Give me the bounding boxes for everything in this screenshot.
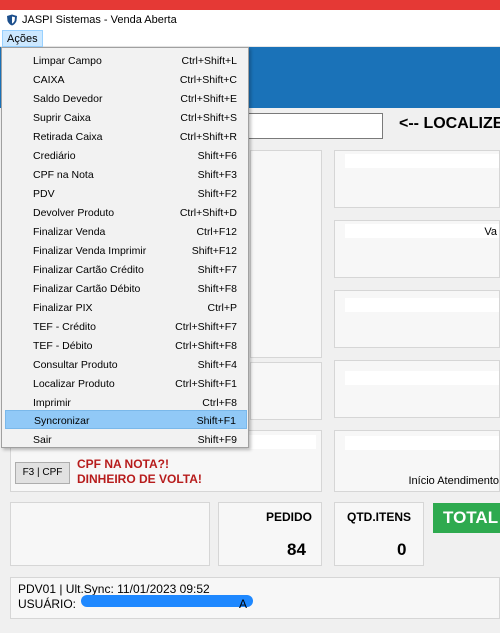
- menu-item-shortcut: Shift+F2: [197, 188, 237, 200]
- menu-item-shortcut: Ctrl+Shift+L: [181, 55, 237, 67]
- menu-item-label: PDV: [33, 188, 55, 200]
- atendimento-label: Início Atendimento: [408, 475, 499, 487]
- user-label: USUÁRIO:: [18, 597, 77, 611]
- promo-line-2: DINHEIRO DE VOLTA!: [77, 472, 202, 486]
- menu-item[interactable]: TEF - Crédito Ctrl+Shift+F7: [5, 317, 247, 336]
- menu-item-shortcut: Shift+F7: [197, 264, 237, 276]
- blank-stat-panel: [10, 502, 210, 566]
- menu-item[interactable]: PDV Shift+F2: [5, 184, 247, 203]
- info-panel-2: Va: [334, 220, 500, 278]
- menu-item-label: Finalizar PIX: [33, 302, 93, 314]
- app-shield-icon: [6, 14, 18, 26]
- menu-item-label: Syncronizar: [34, 415, 90, 427]
- menu-item-shortcut: Shift+F6: [197, 150, 237, 162]
- menu-item[interactable]: Finalizar Venda Ctrl+F12: [5, 222, 247, 241]
- user-suffix: A: [239, 597, 248, 611]
- menu-item-label: Finalizar Cartão Débito: [33, 283, 141, 295]
- menu-item[interactable]: TEF - Débito Ctrl+Shift+F8: [5, 336, 247, 355]
- redaction-mark: [81, 595, 253, 607]
- info-panel-5: Início Atendimento: [334, 430, 500, 492]
- menu-item[interactable]: Crediário Shift+F6: [5, 146, 247, 165]
- menu-item-shortcut: Ctrl+Shift+F7: [175, 321, 237, 333]
- menu-item[interactable]: Suprir Caixa Ctrl+Shift+S: [5, 108, 247, 127]
- menu-item-shortcut: Ctrl+Shift+E: [180, 93, 237, 105]
- menu-item-shortcut: Ctrl+F8: [202, 397, 237, 409]
- menu-item[interactable]: Finalizar Venda Imprimir Shift+F12: [5, 241, 247, 260]
- product-search-input[interactable]: [246, 113, 383, 139]
- menu-item[interactable]: Consultar Produto Shift+F4: [5, 355, 247, 374]
- menu-item[interactable]: CPF na Nota Shift+F3: [5, 165, 247, 184]
- menu-item-label: TEF - Crédito: [33, 321, 97, 333]
- menu-item[interactable]: Syncronizar Shift+F1: [5, 410, 247, 429]
- menu-item-shortcut: Ctrl+P: [207, 302, 237, 314]
- menu-item-label: Finalizar Venda: [33, 226, 106, 238]
- menu-item[interactable]: Limpar Campo Ctrl+Shift+L: [5, 51, 247, 70]
- menu-item-shortcut: Ctrl+Shift+C: [179, 74, 237, 86]
- menu-item-shortcut: Shift+F3: [197, 169, 237, 181]
- menu-item-shortcut: Shift+F8: [197, 283, 237, 295]
- window-title: JASPI Sistemas - Venda Aberta: [22, 14, 177, 26]
- menu-item-label: Saldo Devedor: [33, 93, 103, 105]
- search-hint: <-- LOCALIZE: [399, 115, 500, 132]
- menu-item[interactable]: Finalizar Cartão Crédito Shift+F7: [5, 260, 247, 279]
- menu-item[interactable]: Saldo Devedor Ctrl+Shift+E: [5, 89, 247, 108]
- sync-status: PDV01 | Ult.Sync: 11/01/2023 09:52: [18, 582, 210, 596]
- menu-item-label: Localizar Produto: [33, 378, 115, 390]
- menu-item-label: Retirada Caixa: [33, 131, 103, 143]
- menu-item-label: TEF - Débito: [33, 340, 93, 352]
- menu-item-shortcut: Shift+F9: [197, 434, 237, 446]
- menu-item[interactable]: Devolver Produto Ctrl+Shift+D: [5, 203, 247, 222]
- menu-item[interactable]: CAIXA Ctrl+Shift+C: [5, 70, 247, 89]
- total-label: TOTAL: [433, 503, 500, 533]
- menu-item-shortcut: Shift+F1: [196, 415, 236, 427]
- product-image-panel: [250, 150, 322, 358]
- menu-item[interactable]: Finalizar PIX Ctrl+P: [5, 298, 247, 317]
- menu-item-shortcut: Ctrl+F12: [196, 226, 237, 238]
- menu-item-shortcut: Ctrl+Shift+S: [180, 112, 237, 124]
- menu-bar: Ações: [0, 30, 500, 47]
- menu-item-label: Finalizar Venda Imprimir: [33, 245, 147, 257]
- pedido-label: PEDIDO: [266, 510, 313, 524]
- menu-item-label: Sair: [33, 434, 52, 446]
- cpf-button[interactable]: F3 | CPF: [15, 462, 70, 484]
- acoes-dropdown-menu: Limpar Campo Ctrl+Shift+L CAIXA Ctrl+Shift+…: [1, 47, 249, 448]
- qtd-label: QTD.ITENS: [347, 510, 412, 524]
- menu-item[interactable]: Finalizar Cartão Débito Shift+F8: [5, 279, 247, 298]
- menu-item-shortcut: Ctrl+Shift+F1: [175, 378, 237, 390]
- menu-item-label: Suprir Caixa: [33, 112, 91, 124]
- title-bar: JASPI Sistemas - Venda Aberta: [0, 10, 500, 30]
- info-panel-3: [334, 290, 500, 348]
- menu-item-shortcut: Ctrl+Shift+R: [179, 131, 237, 143]
- menu-item-label: CPF na Nota: [33, 169, 94, 181]
- menu-item-label: CAIXA: [33, 74, 65, 86]
- menu-acoes[interactable]: Ações: [2, 30, 43, 47]
- menu-item-label: Imprimir: [33, 397, 71, 409]
- qtd-value: 0: [397, 540, 407, 559]
- menu-item-label: Finalizar Cartão Crédito: [33, 264, 144, 276]
- menu-item-label: Limpar Campo: [33, 55, 102, 67]
- menu-item-shortcut: Ctrl+Shift+F8: [175, 340, 237, 352]
- info-panel-4: [334, 360, 500, 418]
- menu-item-shortcut: Shift+F12: [191, 245, 237, 257]
- menu-item[interactable]: Retirada Caixa Ctrl+Shift+R: [5, 127, 247, 146]
- menu-item[interactable]: Sair Shift+F9: [5, 430, 247, 449]
- cpf-promo: CPF NA NOTA?! DINHEIRO DE VOLTA!: [77, 457, 202, 487]
- top-color-strip: [0, 0, 500, 10]
- pedido-value: 84: [287, 540, 306, 559]
- menu-item-shortcut: Shift+F4: [197, 359, 237, 371]
- side-panel-a: [250, 362, 322, 420]
- status-footer: PDV01 | Ult.Sync: 11/01/2023 09:52 USUÁR…: [10, 577, 500, 619]
- panel-partial-label: Va: [484, 226, 497, 238]
- menu-item-label: Consultar Produto: [33, 359, 118, 371]
- menu-item-shortcut: Ctrl+Shift+D: [179, 207, 237, 219]
- info-panel-1: [334, 150, 500, 208]
- menu-item-label: Devolver Produto: [33, 207, 115, 219]
- menu-item-label: Crediário: [33, 150, 76, 162]
- promo-line-1: CPF NA NOTA?!: [77, 457, 169, 471]
- menu-item[interactable]: Localizar Produto Ctrl+Shift+F1: [5, 374, 247, 393]
